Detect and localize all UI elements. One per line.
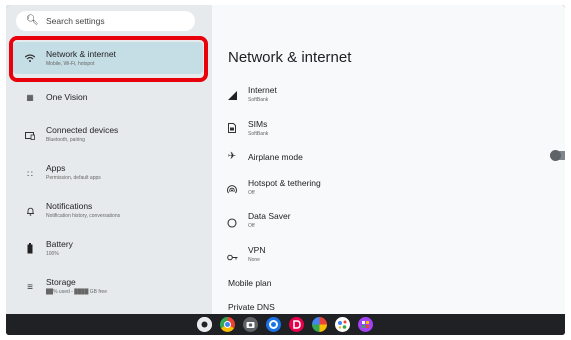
row-label: Airplane mode (248, 152, 303, 162)
sidebar-item-label: One Vision (46, 92, 88, 102)
row-data-saver[interactable]: Data Saver Off (212, 209, 565, 237)
airplane-icon: ✈︎ (227, 151, 237, 162)
row-label: SIMs (248, 119, 268, 129)
bell-icon (24, 207, 36, 219)
vpn-key-icon (226, 252, 238, 264)
row-sims[interactable]: SIMs SoftBank (212, 117, 565, 145)
sidebar-item-subtitle: Permission, default apps (46, 175, 101, 181)
row-airplane-mode[interactable]: ✈︎ Airplane mode (212, 150, 565, 170)
devices-icon (24, 131, 36, 143)
row-vpn[interactable]: VPN None (212, 243, 565, 271)
settings-icon[interactable] (266, 317, 281, 332)
row-subtitle: Off (248, 223, 255, 229)
sidebar-item-storage[interactable]: ≡ Storage ██% used - ████ GB free (6, 273, 212, 309)
row-label: Internet (248, 85, 277, 95)
row-label: VPN (248, 245, 266, 255)
row-subtitle: SoftBank (248, 131, 269, 137)
main-pane: Network & internet Internet SoftBank SIM… (212, 5, 565, 314)
row-label: Data Saver (248, 211, 291, 221)
toggle-knob (550, 150, 561, 161)
sidebar-item-battery[interactable]: Battery 100% (6, 235, 212, 271)
camera-icon[interactable] (243, 317, 258, 332)
app-icon[interactable] (358, 317, 373, 332)
highlight-box (9, 36, 208, 82)
sidebar-item-subtitle: ██% used - ████ GB free (46, 289, 107, 295)
grid-icon: ▦ (26, 93, 34, 102)
page-title: Network & internet (228, 49, 352, 66)
search-input[interactable]: 🔍︎ Search settings (16, 11, 195, 31)
row-subtitle: SoftBank (248, 97, 269, 103)
row-subtitle: Off (248, 190, 255, 196)
sidebar-item-one-vision[interactable]: ▦ One Vision (6, 83, 212, 119)
row-label: Hotspot & tethering (248, 178, 321, 188)
apps-icon: ∷ (27, 169, 33, 179)
battery-icon (24, 243, 36, 257)
sidebar-item-label: Notifications (46, 201, 93, 211)
sidebar-item-label: Battery (46, 239, 73, 249)
row-internet[interactable]: Internet SoftBank (212, 83, 565, 111)
row-label: Mobile plan (228, 278, 272, 288)
sidebar-item-label: Apps (46, 163, 66, 173)
airplane-mode-toggle[interactable] (550, 150, 565, 161)
sidebar-item-label: Storage (46, 277, 76, 287)
search-icon: 🔍︎ (26, 15, 39, 26)
sidebar-item-apps[interactable]: ∷ Apps Permission, default apps (6, 159, 212, 195)
sidebar-item-subtitle: Bluetooth, pairing (46, 137, 85, 143)
storage-icon: ≡ (27, 282, 33, 293)
chrome-icon[interactable] (220, 317, 235, 332)
row-mobile-plan[interactable]: Mobile plan (212, 276, 565, 296)
row-private-dns[interactable]: Private DNS (212, 301, 565, 315)
photos-icon[interactable] (312, 317, 327, 332)
row-hotspot[interactable]: Hotspot & tethering Off (212, 176, 565, 204)
sidebar-item-subtitle: 100% (46, 251, 59, 257)
shelf (6, 314, 565, 335)
hotspot-icon (226, 185, 238, 198)
app-d-icon[interactable] (289, 317, 304, 332)
row-label: Private DNS (228, 302, 275, 312)
signal-icon (226, 91, 238, 103)
sidebar-item-notifications[interactable]: Notifications Notification history, conv… (6, 197, 212, 233)
sidebar-item-subtitle: Notification history, conversations (46, 213, 121, 219)
launcher-icon[interactable] (197, 317, 212, 332)
search-placeholder: Search settings (46, 16, 105, 26)
sim-icon (226, 123, 238, 136)
data-saver-icon (226, 218, 238, 231)
sidebar: 🔍︎ Search settings Network & internet Mo… (6, 5, 212, 314)
row-subtitle: None (248, 257, 260, 263)
sidebar-item-connected-devices[interactable]: Connected devices Bluetooth, pairing (6, 121, 212, 157)
settings-window: 🔍︎ Search settings Network & internet Mo… (6, 5, 565, 335)
sidebar-item-label: Connected devices (46, 125, 119, 135)
assistant-icon[interactable] (335, 317, 350, 332)
